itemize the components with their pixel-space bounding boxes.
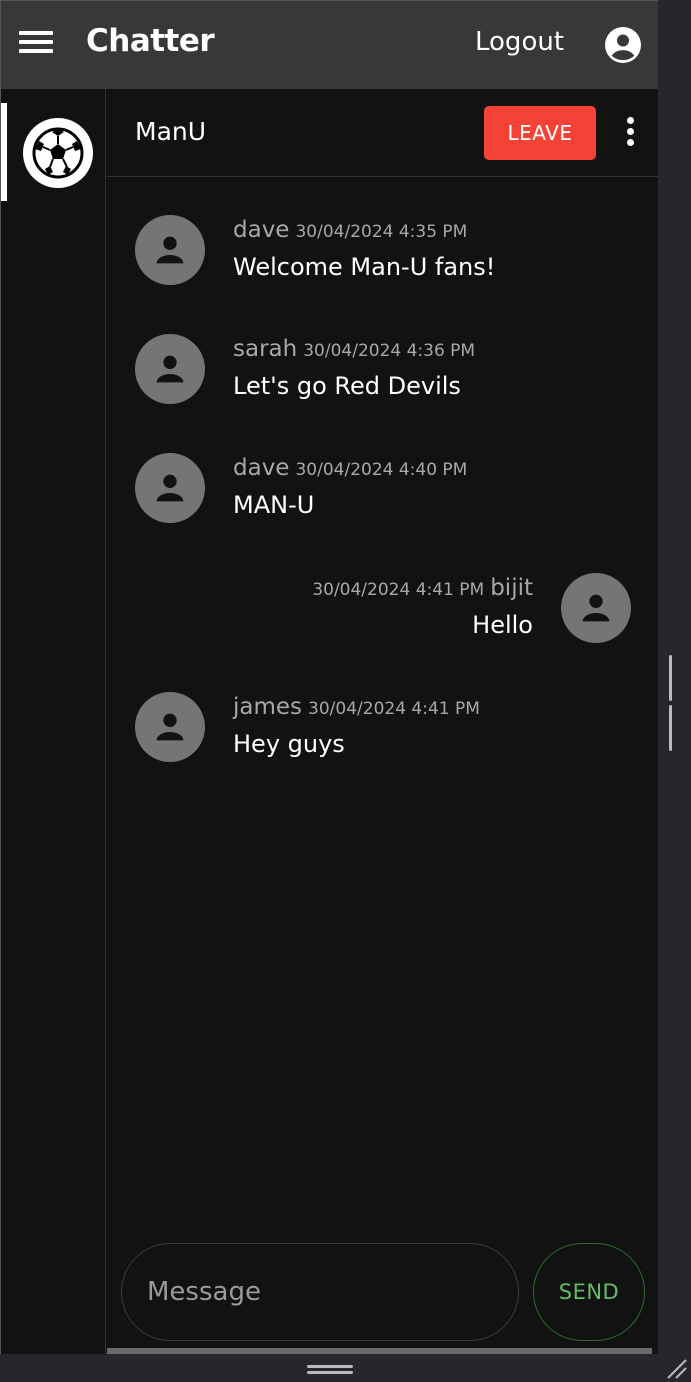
message-author: dave bbox=[233, 217, 290, 243]
message-time: 30/04/2024 4:35 PM bbox=[295, 222, 468, 242]
message-meta: dave 30/04/2024 4:40 PM bbox=[233, 455, 473, 481]
message-author: james bbox=[233, 694, 303, 720]
message-text: Hey guys bbox=[233, 730, 345, 758]
message-text: Let's go Red Devils bbox=[233, 372, 461, 400]
leave-button[interactable]: LEAVE bbox=[484, 106, 596, 160]
chat-panel: ManU LEAVE dave 30/04/2024 4:35 PM Welcom… bbox=[107, 89, 658, 1354]
message-item: james 30/04/2024 4:41 PM Hey guys bbox=[107, 692, 658, 782]
chat-header: ManU LEAVE bbox=[107, 89, 658, 177]
message-meta: 30/04/2024 4:41 PM bijit bbox=[306, 575, 533, 601]
message-time: 30/04/2024 4:41 PM bbox=[312, 580, 485, 600]
message-meta: dave 30/04/2024 4:35 PM bbox=[233, 217, 473, 243]
message-text: Hello bbox=[472, 611, 533, 639]
panel-resize-handle-vertical[interactable] bbox=[669, 655, 681, 751]
message-input[interactable] bbox=[121, 1243, 519, 1341]
hamburger-menu-icon[interactable] bbox=[19, 31, 53, 57]
avatar bbox=[135, 453, 205, 523]
chat-list-sidebar bbox=[1, 89, 106, 1354]
message-item: sarah 30/04/2024 4:36 PM Let's go Red Dev… bbox=[107, 334, 658, 424]
person-icon bbox=[156, 474, 184, 502]
composer: SEND bbox=[107, 1242, 658, 1341]
message-item: dave 30/04/2024 4:35 PM Welcome Man-U fan… bbox=[107, 215, 658, 305]
soccer-ball-icon bbox=[32, 127, 84, 179]
app-title: Chatter bbox=[86, 23, 215, 59]
person-icon bbox=[156, 355, 184, 383]
more-vertical-icon[interactable] bbox=[621, 117, 639, 149]
message-author: sarah bbox=[233, 336, 298, 362]
person-icon bbox=[156, 236, 184, 264]
resize-corner-icon[interactable] bbox=[664, 1356, 688, 1380]
avatar bbox=[135, 215, 205, 285]
message-item: dave 30/04/2024 4:40 PM MAN-U bbox=[107, 453, 658, 543]
message-time: 30/04/2024 4:36 PM bbox=[303, 341, 476, 361]
send-button[interactable]: SEND bbox=[533, 1243, 645, 1341]
message-time: 30/04/2024 4:40 PM bbox=[295, 460, 468, 480]
chat-title: ManU bbox=[135, 117, 207, 146]
message-item-own: 30/04/2024 4:41 PM bijit Hello bbox=[107, 573, 658, 663]
message-meta: james 30/04/2024 4:41 PM bbox=[233, 694, 486, 720]
horizontal-scrollbar[interactable] bbox=[107, 1348, 652, 1354]
person-icon bbox=[582, 594, 610, 622]
panel-resize-handle-horizontal[interactable] bbox=[307, 1365, 353, 1377]
avatar bbox=[561, 573, 631, 643]
message-author: dave bbox=[233, 455, 290, 481]
message-time: 30/04/2024 4:41 PM bbox=[308, 699, 480, 719]
avatar bbox=[135, 334, 205, 404]
message-text: MAN-U bbox=[233, 491, 315, 519]
message-text: Welcome Man-U fans! bbox=[233, 253, 496, 281]
logout-button[interactable]: Logout bbox=[475, 27, 564, 57]
app-bar: Chatter Logout bbox=[1, 1, 658, 89]
person-icon bbox=[156, 713, 184, 741]
active-chat-indicator bbox=[1, 103, 7, 201]
account-circle-icon[interactable] bbox=[605, 27, 641, 63]
message-meta: sarah 30/04/2024 4:36 PM bbox=[233, 336, 481, 362]
chat-item-manu[interactable] bbox=[23, 118, 93, 188]
message-author: bijit bbox=[490, 575, 533, 601]
app-window: Chatter Logout ManU LEAVE dave 30/04/202… bbox=[0, 0, 658, 1354]
avatar bbox=[135, 692, 205, 762]
